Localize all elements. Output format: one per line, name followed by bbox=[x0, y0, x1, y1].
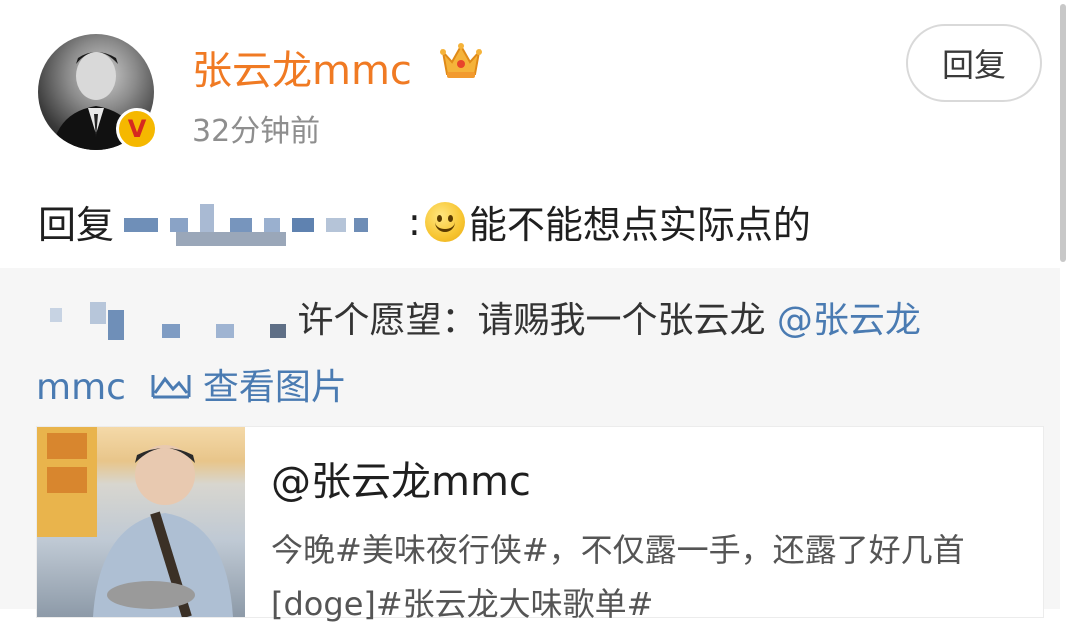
card-title[interactable]: @张云龙mmc bbox=[271, 449, 531, 507]
card-thumbnail bbox=[37, 427, 245, 617]
card-desc-line1: 今晚#美味夜行侠#，不仅露一手，还露了好几首 bbox=[271, 531, 965, 569]
crown-icon[interactable] bbox=[438, 38, 484, 84]
card-description: 今晚#美味夜行侠#，不仅露一手，还露了好几首 [doge]#张云龙大味歌单# bbox=[271, 523, 1041, 631]
quoted-post-text: 许个愿望：请赐我一个张云龙 @张云龙 bbox=[36, 292, 1036, 350]
redacted-quoted-username bbox=[36, 302, 286, 342]
view-image-link[interactable]: 查看图片 bbox=[203, 367, 347, 408]
comment-colon: : bbox=[408, 199, 421, 244]
quoted-post-body: 许个愿望：请赐我一个张云龙 bbox=[297, 300, 766, 341]
comment-text: 回复 : 能不能想点实际点的 bbox=[38, 194, 811, 249]
quoted-post-line2: mmc 查看图片 bbox=[36, 358, 347, 410]
smile-emoji-icon bbox=[424, 201, 465, 242]
card-desc-line2: [doge]#张云龙大味歌单# bbox=[271, 585, 654, 623]
scrollbar[interactable] bbox=[1060, 4, 1066, 262]
comment-prefix: 回复 bbox=[38, 203, 115, 247]
username[interactable]: 张云龙mmc bbox=[192, 38, 412, 96]
image-icon[interactable] bbox=[151, 369, 191, 410]
reply-button[interactable]: 回复 bbox=[906, 24, 1042, 102]
comment-body: 能不能想点实际点的 bbox=[468, 203, 811, 247]
mention-link-cont[interactable]: mmc bbox=[36, 367, 126, 408]
redacted-username bbox=[116, 196, 406, 248]
linked-card[interactable]: @张云龙mmc 今晚#美味夜行侠#，不仅露一手，还露了好几首 [doge]#张云… bbox=[36, 426, 1044, 623]
mention-link[interactable]: @张云龙 bbox=[777, 300, 921, 341]
timestamp: 32分钟前 bbox=[192, 114, 321, 149]
verified-badge-icon: V bbox=[116, 108, 158, 150]
